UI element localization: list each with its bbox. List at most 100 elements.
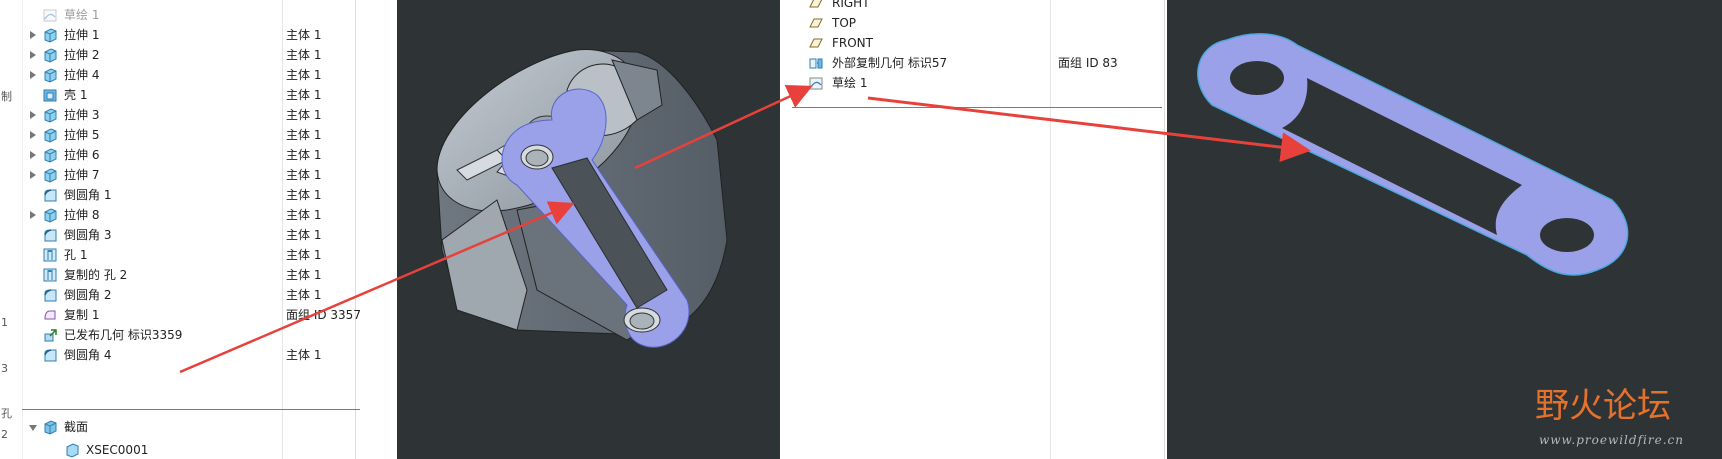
- tree-node[interactable]: 拉伸 6 主体 1: [22, 145, 352, 165]
- tree-node-value: 主体 1: [286, 108, 322, 122]
- tree-node[interactable]: FRONT: [792, 33, 1162, 53]
- tree-node[interactable]: 拉伸 1 主体 1: [22, 25, 352, 45]
- gutter-label: 制: [1, 90, 12, 103]
- tree-node-label: 拉伸 2: [64, 48, 100, 62]
- tree-node[interactable]: TOP: [792, 13, 1162, 33]
- gutter-label: 3: [1, 362, 8, 375]
- tree-node[interactable]: 倒圆角 2 主体 1: [22, 285, 352, 305]
- round-icon: [44, 229, 57, 242]
- expand-right-icon[interactable]: [30, 31, 36, 39]
- tree-node-value: 主体 1: [286, 208, 322, 222]
- tree-node[interactable]: 拉伸 2 主体 1: [22, 45, 352, 65]
- tree-node[interactable]: 拉伸 7 主体 1: [22, 165, 352, 185]
- tree-node-label: TOP: [832, 16, 857, 30]
- tree-node[interactable]: 倒圆角 4 主体 1: [22, 345, 352, 365]
- tree-node-xsec[interactable]: XSEC0001: [22, 440, 352, 459]
- watermark-title: 野火论坛: [1535, 386, 1671, 426]
- expand-right-icon[interactable]: [30, 111, 36, 119]
- copy-icon: [44, 310, 56, 320]
- tree-node-label: 草绘 1: [64, 8, 100, 22]
- tree-node[interactable]: 草绘 1: [22, 5, 352, 25]
- extrude-icon: [44, 68, 57, 83]
- tree-node-label: 倒圆角 3: [64, 228, 112, 242]
- tree-node-value: 主体 1: [286, 48, 322, 62]
- tree-node-value: 主体 1: [286, 148, 322, 162]
- tree-node-label: 倒圆角 4: [64, 348, 112, 362]
- tree-node[interactable]: 拉伸 4 主体 1: [22, 65, 352, 85]
- tree-node-value: 主体 1: [286, 28, 322, 42]
- sketch-icon: [43, 9, 57, 22]
- panel-border: [355, 0, 356, 459]
- tree-node[interactable]: 草绘 1: [792, 73, 1162, 93]
- extrude-icon: [44, 148, 57, 163]
- tree-node-label: 拉伸 3: [64, 108, 100, 122]
- tree-node[interactable]: 倒圆角 1 主体 1: [22, 185, 352, 205]
- tree-node-label: 草绘 1: [832, 76, 868, 90]
- tree-node[interactable]: 复制的 孔 2 主体 1: [22, 265, 352, 285]
- tree-node-label: 壳 1: [64, 88, 88, 102]
- expand-right-icon[interactable]: [30, 131, 36, 139]
- expand-right-icon[interactable]: [30, 151, 36, 159]
- tree-node[interactable]: 外部复制几何 标识57 面组 ID 83: [792, 53, 1162, 73]
- tree-node[interactable]: 倒圆角 3 主体 1: [22, 225, 352, 245]
- hole-icon: [43, 248, 57, 262]
- tree-node-value: 主体 1: [286, 68, 322, 82]
- tree-node-value: 面组 ID 83: [1058, 56, 1118, 70]
- expand-right-icon[interactable]: [30, 51, 36, 59]
- extrude-icon: [44, 28, 57, 43]
- graphics-window-part[interactable]: [397, 0, 780, 459]
- tree-node[interactable]: 拉伸 3 主体 1: [22, 105, 352, 125]
- gutter-label: 2: [1, 428, 8, 441]
- tree-node-value: 主体 1: [286, 168, 322, 182]
- round-icon: [44, 189, 57, 202]
- expand-right-icon[interactable]: [30, 71, 36, 79]
- insert-here-marker: [792, 107, 1162, 108]
- tree-node-label: 拉伸 4: [64, 68, 100, 82]
- expand-right-icon[interactable]: [30, 171, 36, 179]
- tree-node-label: 外部复制几何 标识57: [832, 56, 948, 70]
- tree-node-label: FRONT: [832, 36, 873, 50]
- extrude-icon: [44, 108, 57, 123]
- datum-plane-icon: [809, 0, 823, 8]
- tree-node-value: 主体 1: [286, 188, 322, 202]
- tree-node-label: 倒圆角 2: [64, 288, 112, 302]
- datum-plane-icon: [809, 18, 823, 28]
- tree-node[interactable]: 壳 1 主体 1: [22, 85, 352, 105]
- xsec-icon: [66, 443, 79, 458]
- tree-node-label: 截面: [64, 420, 89, 434]
- tree-node[interactable]: 复制 1 面组 ID 3357: [22, 305, 360, 325]
- round-icon: [44, 289, 57, 302]
- tree-node-label: 拉伸 6: [64, 148, 100, 162]
- gutter-label: 孔: [1, 407, 12, 420]
- tree-node-label: 孔 1: [64, 248, 88, 262]
- extrude-icon: [44, 128, 57, 143]
- tree-node-sections[interactable]: 截面: [22, 417, 352, 437]
- tree-node[interactable]: 拉伸 8 主体 1: [22, 205, 352, 225]
- left-gutter: 制 1 3 孔 2: [0, 0, 23, 459]
- tree-node[interactable]: 拉伸 5 主体 1: [22, 125, 352, 145]
- part-model-view: [436, 49, 728, 348]
- expand-right-icon[interactable]: [30, 211, 36, 219]
- tree-node-value: 主体 1: [286, 128, 322, 142]
- graphics-window-skeleton[interactable]: 野火论坛 www.proewildfire.cn: [1167, 0, 1722, 459]
- tree-node-label: RIGHT: [832, 0, 870, 10]
- tree-node[interactable]: 孔 1 主体 1: [22, 245, 352, 265]
- tree-node-value: 主体 1: [286, 228, 322, 242]
- insert-here-marker: [22, 409, 360, 410]
- sketch-icon: [809, 77, 823, 90]
- tree-node[interactable]: 已发布几何 标识3359: [22, 325, 352, 345]
- shell-icon: [43, 89, 57, 102]
- tree-node[interactable]: RIGHT: [792, 0, 1162, 13]
- tree-node-value: 面组 ID 3357: [286, 308, 360, 322]
- publish-geom-icon: [44, 329, 57, 342]
- extrude-icon: [44, 48, 57, 63]
- datum-plane-icon: [809, 38, 823, 48]
- expand-down-icon[interactable]: [29, 425, 37, 431]
- right-model-tree: RIGHT TOP FRONT 外部复制几何 标识57 面组 ID 83 草绘 1: [780, 0, 1167, 459]
- section-icon: [44, 420, 57, 435]
- tree-node-label: XSEC0001: [86, 443, 149, 457]
- panel-border: [1164, 0, 1165, 459]
- tree-node-value: 主体 1: [286, 248, 322, 262]
- tree-node-value: 主体 1: [286, 288, 322, 302]
- tree-node-value: 主体 1: [286, 348, 322, 362]
